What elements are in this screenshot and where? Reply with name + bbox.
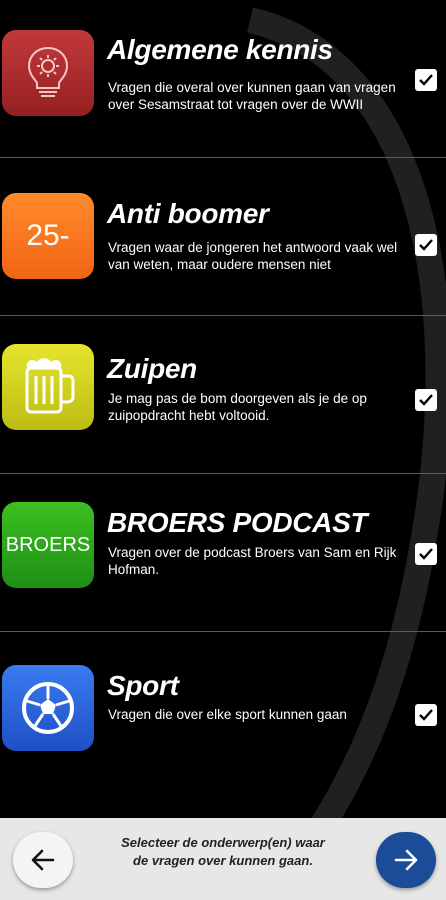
category-tile [2,665,94,751]
category-item-anti-boomer[interactable]: 25- Anti boomer Vragen waar de jongeren … [0,158,446,316]
category-title: BROERS PODCAST [107,507,368,538]
checkmark-icon [419,548,433,560]
tile-text: 25- [26,219,70,252]
category-title: Sport [107,670,179,701]
category-tile: BROERS [2,502,94,588]
category-description: Vragen waar de jongeren het antwoord vaa… [108,240,398,272]
checkmark-icon [419,709,433,721]
arrow-right-icon [394,849,418,871]
category-title: Zuipen [107,353,197,384]
arrow-left-icon [31,849,55,871]
category-description: Je mag pas de bom doorgeven als je de op… [108,391,367,423]
category-tile [2,344,94,430]
lightbulb-gear-icon [27,46,69,97]
checkmark-icon [419,239,433,251]
category-item-broers-podcast[interactable]: BROERS BROERS PODCAST Vragen over de pod… [0,474,446,632]
category-title: Anti boomer [107,198,269,229]
category-checkbox[interactable] [415,704,437,726]
back-button[interactable] [13,832,73,888]
footer-bar: Selecteer de onderwerp(en) waar de vrage… [0,818,446,900]
category-item-algemene-kennis[interactable]: Algemene kennis Vragen die overal over k… [0,0,446,158]
soccer-ball-icon [22,682,74,734]
category-checkbox[interactable] [415,389,437,411]
beer-mug-icon [25,358,75,414]
category-description: Vragen die over elke sport kunnen gaan [108,707,347,722]
tile-text: BROERS [5,533,91,556]
category-tile: 25- [2,193,94,279]
category-description: Vragen over de podcast Broers van Sam en… [108,545,397,577]
category-item-zuipen[interactable]: Zuipen Je mag pas de bom doorgeven als j… [0,316,446,474]
checkmark-icon [419,74,433,86]
category-checkbox[interactable] [415,69,437,91]
category-tile [2,30,94,116]
category-checkbox[interactable] [415,543,437,565]
category-item-sport[interactable]: Sport Vragen die over elke sport kunnen … [0,632,446,818]
category-title: Algemene kennis [107,34,333,65]
category-description: Vragen die overal over kunnen gaan van v… [108,80,396,112]
checkmark-icon [419,394,433,406]
next-button[interactable] [376,832,436,888]
footer-instruction: Selecteer de onderwerp(en) waar de vrage… [121,835,325,868]
category-checkbox[interactable] [415,234,437,256]
